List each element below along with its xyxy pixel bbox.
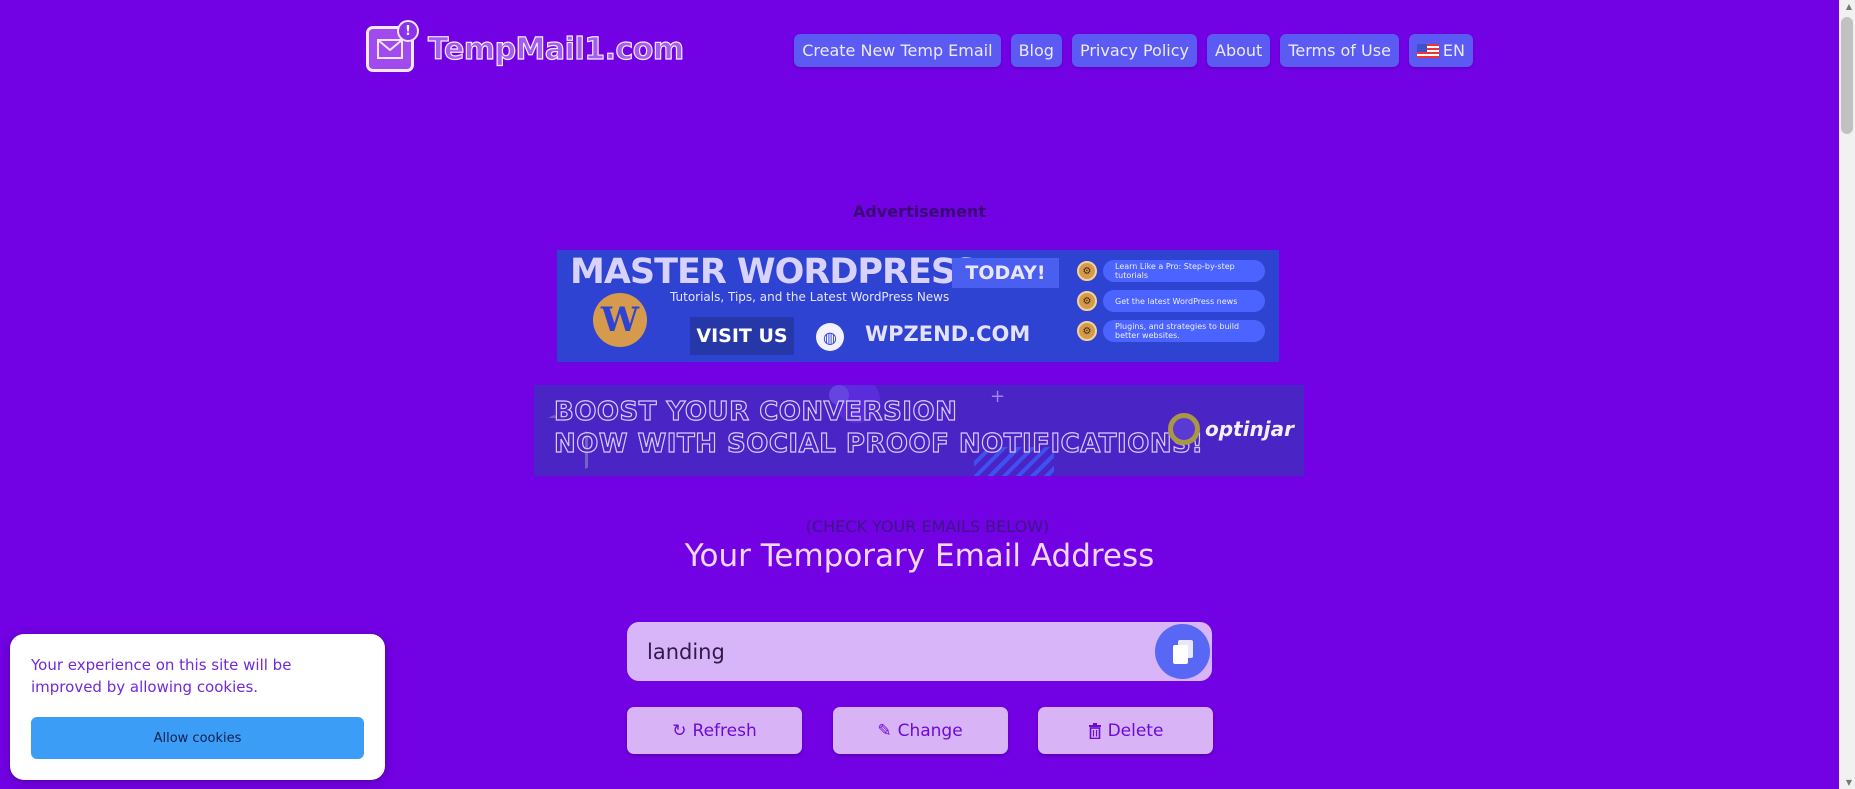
delete-label: Delete bbox=[1107, 720, 1164, 741]
nav-create-temp-email[interactable]: Create New Temp Email bbox=[794, 34, 1001, 67]
gear-icon: ⚙ bbox=[1077, 291, 1097, 311]
ad-bullet: ⚙ Plugins, and strategies to build bette… bbox=[1077, 320, 1265, 342]
ad-title: MASTER WORDPRESS bbox=[570, 252, 979, 292]
copy-icon bbox=[1172, 639, 1193, 664]
refresh-icon: ↻ bbox=[672, 720, 687, 741]
scroll-down-arrow-icon[interactable]: ▼ bbox=[1846, 778, 1852, 787]
wordpress-logo-icon: W bbox=[593, 293, 647, 347]
nav-blog[interactable]: Blog bbox=[1010, 34, 1062, 67]
trash-icon bbox=[1088, 722, 1101, 739]
alert-badge: ! bbox=[397, 20, 419, 42]
refresh-label: Refresh bbox=[692, 720, 757, 741]
advertisement-label: Advertisement bbox=[852, 202, 987, 221]
ad-brand: optinjar bbox=[1205, 417, 1294, 441]
ad-bullet: ⚙ Learn Like a Pro: Step-by-step tutoria… bbox=[1077, 260, 1265, 282]
email-address-field[interactable]: landing bbox=[627, 622, 1212, 681]
wordpress-ad-banner[interactable]: MASTER WORDPRESS TODAY! Tutorials, Tips,… bbox=[557, 250, 1279, 362]
ad-bullet-text: Get the latest WordPress news bbox=[1103, 290, 1265, 312]
scroll-up-arrow-icon[interactable]: ▲ bbox=[1846, 2, 1852, 11]
ad-headline-line1: BOOST YOUR CONVERSION bbox=[553, 396, 958, 427]
envelope-icon: ! bbox=[366, 20, 419, 72]
globe-icon: ◍ bbox=[816, 323, 844, 351]
ad-bullet-text: Learn Like a Pro: Step-by-step tutorials bbox=[1103, 260, 1265, 282]
refresh-button[interactable]: ↻ Refresh bbox=[627, 707, 802, 754]
ad-subtitle: Tutorials, Tips, and the Latest WordPres… bbox=[670, 290, 950, 304]
allow-cookies-button[interactable]: Allow cookies bbox=[31, 717, 364, 759]
delete-button[interactable]: Delete bbox=[1038, 707, 1213, 754]
language-selector[interactable]: EN bbox=[1408, 34, 1473, 67]
top-nav: Create New Temp Email Blog Privacy Polic… bbox=[794, 34, 1473, 67]
language-label: EN bbox=[1442, 41, 1465, 60]
optinjar-ad-banner[interactable]: + BOOST YOUR CONVERSION NOW WITH SOCIAL … bbox=[534, 385, 1304, 476]
ad-cta-button[interactable]: VISIT US bbox=[690, 317, 794, 355]
change-label: Change bbox=[897, 720, 963, 741]
site-logo[interactable]: ! TempMail1.com bbox=[366, 20, 685, 72]
pencil-icon: ✎ bbox=[877, 720, 892, 741]
nav-label: Blog bbox=[1018, 41, 1054, 60]
nav-privacy-policy[interactable]: Privacy Policy bbox=[1071, 34, 1197, 67]
gear-icon: ⚙ bbox=[1077, 261, 1097, 281]
ad-bullet-text: Plugins, and strategies to build better … bbox=[1103, 320, 1265, 342]
logo-text: TempMail1.com bbox=[427, 31, 684, 67]
gear-icon: ⚙ bbox=[1077, 321, 1097, 341]
nav-label: Create New Temp Email bbox=[802, 41, 993, 60]
change-button[interactable]: ✎ Change bbox=[832, 707, 1008, 754]
us-flag-icon bbox=[1416, 43, 1439, 58]
nav-terms-of-use[interactable]: Terms of Use bbox=[1280, 34, 1399, 67]
plus-icon: + bbox=[990, 386, 1006, 407]
nav-label: About bbox=[1215, 41, 1263, 60]
ring-icon bbox=[1168, 413, 1200, 445]
cookie-consent-popup: Your experience on this site will be imp… bbox=[10, 634, 385, 780]
email-address-value[interactable]: landing bbox=[647, 640, 725, 664]
cookie-message: Your experience on this site will be imp… bbox=[31, 656, 292, 696]
nav-label: Privacy Policy bbox=[1079, 41, 1189, 60]
nav-label: Terms of Use bbox=[1288, 41, 1391, 60]
scrollbar[interactable]: ▲ ▼ bbox=[1839, 0, 1855, 789]
optinjar-logo: optinjar bbox=[1168, 413, 1294, 445]
ad-site: WPZEND.COM bbox=[865, 322, 1031, 346]
page-title: Your Temporary Email Address bbox=[684, 538, 1155, 574]
check-emails-label: (CHECK YOUR EMAILS BELOW) bbox=[805, 517, 1050, 536]
scrollbar-thumb[interactable] bbox=[1841, 17, 1853, 134]
ad-bullet-list: ⚙ Learn Like a Pro: Step-by-step tutoria… bbox=[1077, 260, 1265, 350]
nav-about[interactable]: About bbox=[1207, 34, 1271, 67]
ad-badge: TODAY! bbox=[952, 258, 1059, 288]
email-actions: ↻ Refresh ✎ Change Delete bbox=[627, 707, 1213, 754]
ad-bullet: ⚙ Get the latest WordPress news bbox=[1077, 290, 1265, 312]
copy-button[interactable] bbox=[1155, 624, 1210, 679]
ad-headline-line2: NOW WITH SOCIAL PROOF NOTIFICATIONS! bbox=[553, 428, 1204, 459]
